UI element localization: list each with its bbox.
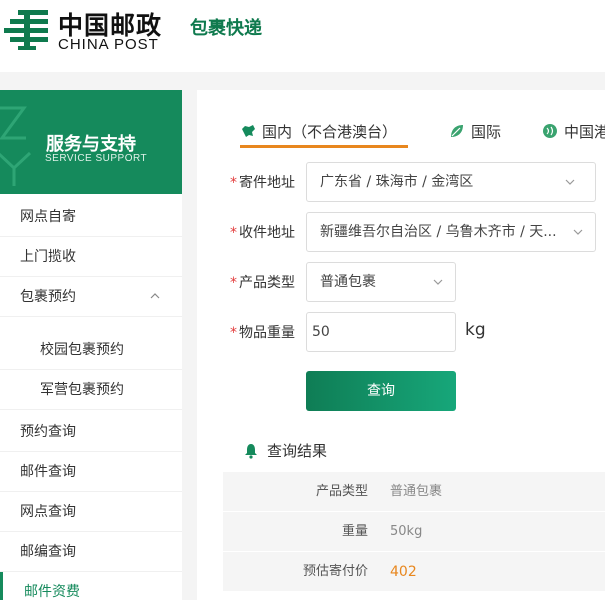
sidebar-banner: 服务与支持 SERVICE SUPPORT: [0, 90, 182, 194]
required-mark: *: [230, 225, 237, 241]
sidebar-item-military-booking[interactable]: 军营包裹预约: [0, 370, 182, 410]
chevron-down-icon: [573, 229, 583, 235]
sidebar-item-self-drop[interactable]: 网点自寄: [0, 197, 182, 237]
weight-label: * 物品重量: [230, 325, 295, 341]
result-table: 产品类型 普通包裹 重量 50kg 预估寄付价 402: [223, 472, 605, 592]
tab-hk-macao-taiwan[interactable]: 中国港: [542, 116, 605, 146]
weight-unit: kg: [465, 320, 486, 340]
sender-address-label: * 寄件地址: [230, 175, 295, 191]
sidebar-item-outlet-query[interactable]: 网点查询: [0, 492, 182, 532]
sidebar-item-mail-query[interactable]: 邮件查询: [0, 452, 182, 492]
sender-address-value: 广东省 / 珠海市 / 金湾区: [320, 174, 474, 190]
result-key: 重量: [341, 524, 368, 539]
active-tab-indicator: [240, 145, 408, 148]
result-section-title: 查询结果: [243, 440, 327, 461]
decorative-pattern-icon: [0, 106, 32, 186]
tab-label: 国际: [471, 122, 502, 141]
globe-icon: [543, 124, 557, 138]
tab-label: 国内（不合港澳台）: [262, 122, 398, 141]
required-mark: *: [230, 325, 237, 341]
logo-english-text[interactable]: CHINA POST: [58, 36, 159, 53]
china-post-logo-icon[interactable]: [4, 8, 50, 52]
table-row: 预估寄付价 402: [223, 552, 605, 592]
weight-input[interactable]: 50: [306, 312, 456, 352]
main-panel: 国内（不合港澳台） 国际 中国港 * 寄件地址 广东省 / 珠海市 / 金湾区 *…: [197, 90, 605, 600]
table-row: 产品类型 普通包裹: [223, 472, 605, 512]
tab-domestic[interactable]: 国内（不合港澳台）: [240, 116, 397, 146]
table-row: 重量 50kg: [223, 512, 605, 552]
sidebar-banner-subtitle: SERVICE SUPPORT: [45, 153, 148, 164]
tab-international[interactable]: 国际: [449, 116, 501, 146]
receiver-address-label: * 收件地址: [230, 225, 295, 241]
sidebar-item-pickup[interactable]: 上门揽收: [0, 237, 182, 277]
site-header: 中国邮政 CHINA POST 包裹快递: [0, 0, 605, 72]
result-title-text: 查询结果: [267, 442, 328, 460]
sidebar-item-campus-booking[interactable]: 校园包裹预约: [0, 330, 182, 370]
leaf-icon: [451, 125, 463, 137]
bell-icon: [245, 443, 257, 459]
result-key: 预估寄付价: [302, 564, 368, 579]
query-button[interactable]: 查询: [306, 371, 456, 411]
required-mark: *: [230, 275, 237, 291]
header-subtitle: 包裹快递: [190, 18, 262, 39]
sidebar-item-postage[interactable]: 邮件资费: [0, 572, 182, 600]
result-key: 产品类型: [315, 484, 368, 499]
product-type-select[interactable]: 普通包裹: [306, 262, 456, 302]
china-map-icon: [242, 125, 255, 137]
sidebar: 服务与支持 SERVICE SUPPORT 网点自寄 上门揽收 包裹预约 校园包…: [0, 90, 182, 600]
tab-label: 中国港: [564, 122, 605, 141]
sidebar-item-booking-query[interactable]: 预约查询: [0, 412, 182, 452]
result-value: 普通包裹: [390, 484, 443, 499]
required-mark: *: [230, 175, 237, 191]
chevron-down-icon: [433, 279, 443, 285]
product-type-value: 普通包裹: [320, 274, 376, 290]
chevron-up-icon[interactable]: [150, 291, 160, 301]
sender-address-select[interactable]: 广东省 / 珠海市 / 金湾区: [306, 162, 596, 202]
sidebar-item-parcel-booking[interactable]: 包裹预约: [0, 277, 182, 317]
estimated-price-value: 402: [390, 564, 417, 580]
receiver-address-select[interactable]: 新疆维吾尔自治区 / 乌鲁木齐市 / 天...: [306, 212, 596, 252]
receiver-address-value: 新疆维吾尔自治区 / 乌鲁木齐市 / 天...: [320, 224, 557, 240]
sidebar-item-label: 包裹预约: [20, 289, 76, 305]
result-value: 50kg: [390, 524, 423, 539]
sidebar-item-zipcode-query[interactable]: 邮编查询: [0, 532, 182, 572]
chevron-down-icon: [565, 179, 575, 185]
product-type-label: * 产品类型: [230, 275, 295, 291]
